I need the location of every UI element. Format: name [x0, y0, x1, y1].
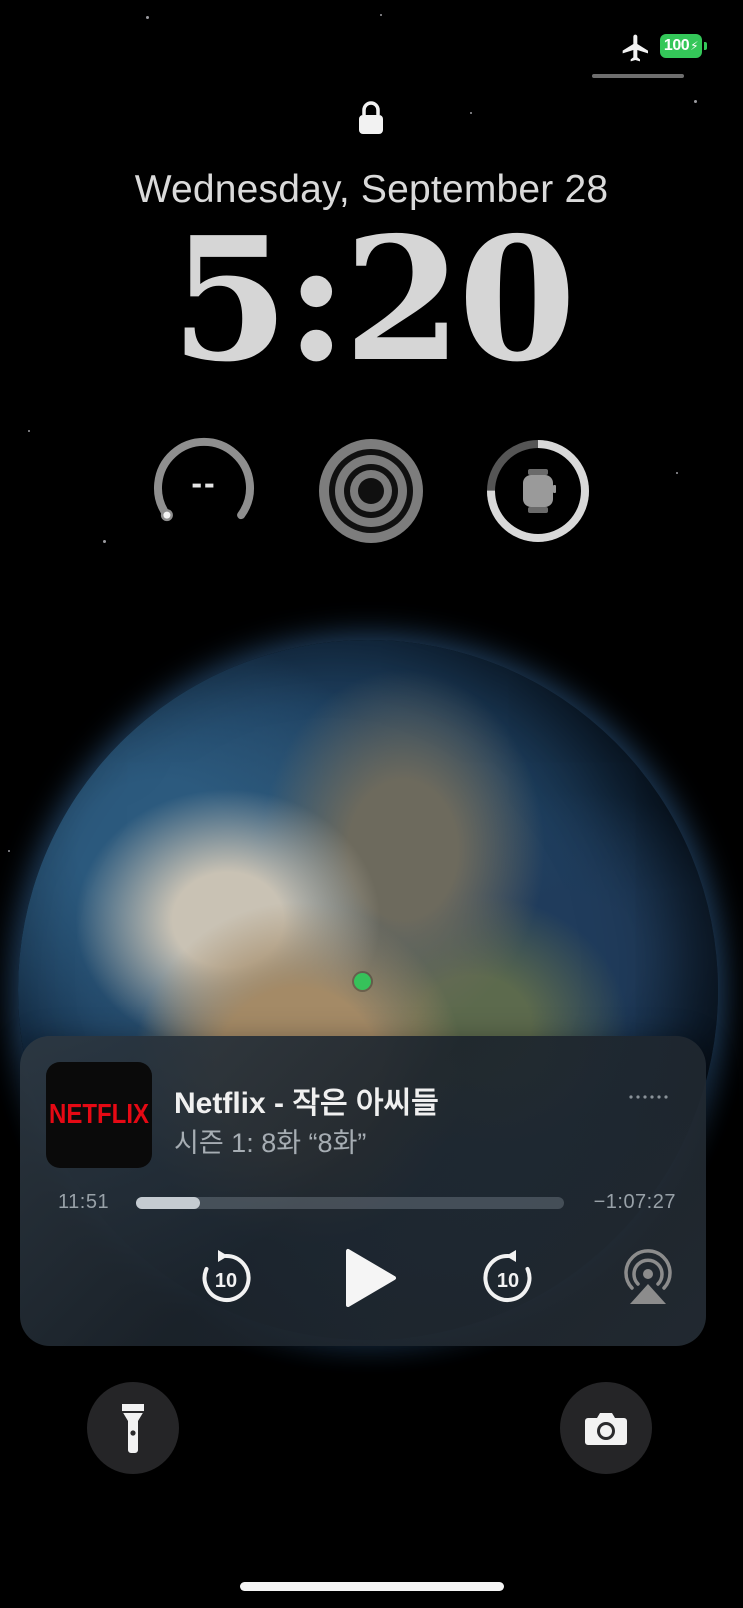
watch-battery-widget[interactable]	[482, 435, 594, 547]
camera-button[interactable]	[560, 1382, 652, 1474]
netflix-logo: NETFLIX	[49, 1098, 149, 1130]
skip-back-label: 10	[215, 1270, 237, 1292]
gauge-widget[interactable]: --	[148, 435, 260, 547]
battery-ring	[487, 440, 589, 542]
play-button[interactable]	[338, 1248, 398, 1308]
play-icon	[346, 1249, 396, 1307]
battery-cap	[704, 42, 707, 50]
airplay-button[interactable]	[618, 1248, 678, 1308]
now-playing-widget[interactable]: NETFLIX Netflix - 작은 아씨들 시즌 1: 8화 “8화” 1…	[20, 1036, 706, 1346]
airplane-icon	[622, 34, 648, 62]
skip-back-10-icon: 10	[202, 1250, 251, 1302]
more-dots-icon[interactable]	[628, 1092, 670, 1102]
home-indicator[interactable]	[240, 1582, 504, 1591]
charging-bolt-icon: ⚡	[690, 39, 699, 53]
skip-forward-label: 10	[497, 1270, 519, 1292]
track-subtitle: 시즌 1: 8화 “8화”	[174, 1128, 367, 1158]
skip-back-button[interactable]: 10	[196, 1248, 256, 1308]
camera-icon	[585, 1413, 627, 1445]
status-bar: 100 ⚡	[600, 30, 720, 64]
skip-forward-button[interactable]: 10	[478, 1248, 538, 1308]
lock-icon	[359, 101, 383, 134]
album-artwork[interactable]: NETFLIX	[46, 1062, 152, 1168]
elapsed-time: 11:51	[58, 1191, 110, 1213]
battery-level: 100	[663, 37, 690, 54]
track-title: Netflix - 작은 아씨들	[174, 1087, 439, 1120]
progress-fill	[136, 1197, 201, 1209]
airplay-audio-icon	[624, 1249, 672, 1304]
skip-forward-10-icon: 10	[483, 1250, 532, 1302]
battery-indicator: 100 ⚡	[660, 34, 702, 58]
control-center-handle[interactable]	[592, 74, 684, 78]
remaining-time: −1:07:27	[593, 1191, 676, 1213]
lock-screen-time[interactable]: 5:20	[0, 215, 743, 385]
flashlight-button[interactable]	[87, 1382, 179, 1474]
flashlight-icon	[122, 1404, 144, 1453]
apple-watch-icon	[523, 469, 556, 513]
location-dot	[354, 973, 371, 990]
gauge-value: --	[191, 465, 217, 501]
progress-scrubber[interactable]	[136, 1197, 564, 1209]
activity-rings-widget[interactable]	[315, 435, 427, 547]
concentric-rings-icon	[319, 439, 423, 543]
